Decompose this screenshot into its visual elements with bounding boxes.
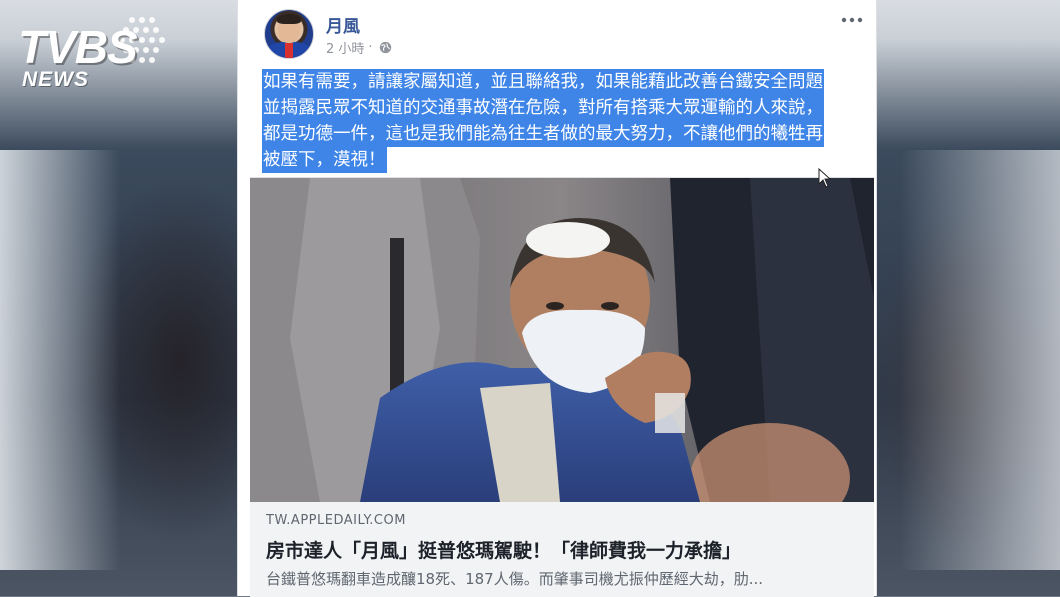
- news-photo-image: [250, 178, 874, 502]
- post-text: 如果有需要，請讓家屬知道，並且聯絡我，如果能藉此改善台鐵安全問題 並揭露民眾不知…: [262, 69, 862, 173]
- author-avatar[interactable]: [264, 9, 314, 59]
- link-headline[interactable]: 房市達人「月風」挺普悠瑪駕駛！「律師費我一力承擔」: [266, 536, 866, 563]
- link-preview[interactable]: TW.APPLEDAILY.COM 房市達人「月風」挺普悠瑪駕駛！「律師費我一力…: [250, 177, 874, 597]
- facebook-post-card: 月風 2 小時 · 如果有需要，請讓家屬知道，並且聯絡我，如果能藉此改善台鐵安全…: [237, 0, 877, 597]
- post-text-line: 如果有需要，請讓家屬知道，並且聯絡我，如果能藉此改善台鐵安全問題: [262, 69, 824, 95]
- meta-separator: ·: [368, 40, 373, 55]
- logo-main-text: TVBS: [18, 21, 138, 73]
- post-meta: 2 小時 ·: [326, 38, 392, 57]
- link-preview-info[interactable]: TW.APPLEDAILY.COM 房市達人「月風」挺普悠瑪駕駛！「律師費我一力…: [250, 502, 874, 597]
- post-text-line: 被壓下，漠視！: [262, 147, 387, 173]
- link-description: 台鐵普悠瑪翻車造成釀18死、187人傷。而肇事司機尤振仲歷經大劫，肋...: [266, 570, 764, 588]
- globe-icon: [379, 41, 391, 54]
- link-domain: TW.APPLEDAILY.COM: [266, 513, 406, 528]
- post-timestamp[interactable]: 2 小時: [326, 38, 364, 57]
- mouse-cursor-icon: [818, 168, 832, 188]
- post-text-line: 都是功德一件，這也是我們能為往生者做的最大努力，不讓他們的犧牲再: [262, 121, 824, 147]
- tvbs-news-logo: TVBS NEWS: [18, 12, 178, 94]
- post-text-line: 並揭露民眾不知道的交通事故潛在危險，對所有搭乘大眾運輸的人來說，: [262, 95, 824, 121]
- background-glow-left: [0, 150, 120, 570]
- background-glow-right: [900, 150, 1060, 570]
- link-preview-photo[interactable]: [250, 178, 874, 502]
- author-name-link[interactable]: 月風: [326, 12, 360, 37]
- more-options-icon[interactable]: [841, 8, 863, 29]
- logo-sub-text: NEWS: [22, 68, 89, 91]
